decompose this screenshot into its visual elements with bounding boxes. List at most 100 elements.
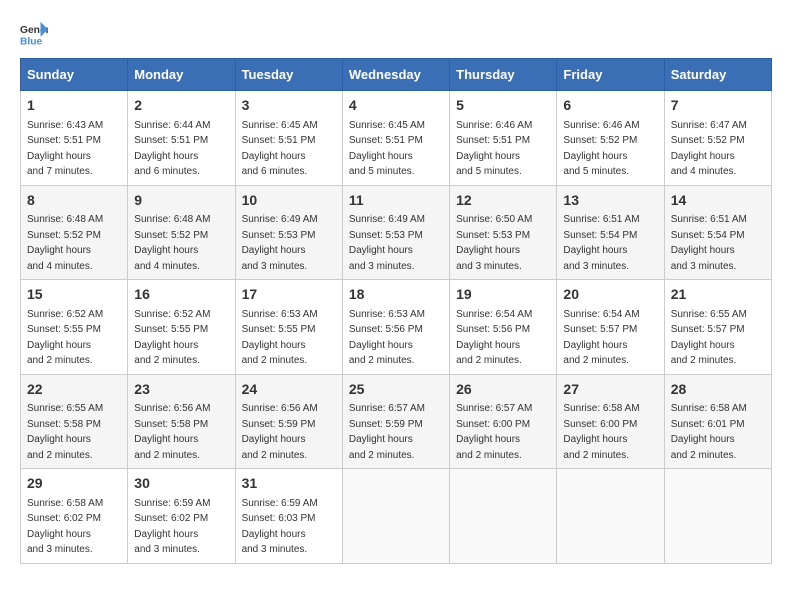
calendar-cell	[450, 469, 557, 564]
day-info: Sunrise: 6:58 AMSunset: 6:00 PMDaylight …	[563, 403, 639, 461]
svg-text:Blue: Blue	[20, 36, 43, 47]
week-row-2: 8 Sunrise: 6:48 AMSunset: 5:52 PMDayligh…	[21, 185, 772, 280]
day-number: 26	[456, 380, 550, 400]
day-info: Sunrise: 6:58 AMSunset: 6:02 PMDaylight …	[27, 498, 103, 556]
day-info: Sunrise: 6:52 AMSunset: 5:55 PMDaylight …	[27, 309, 103, 367]
calendar-cell: 29 Sunrise: 6:58 AMSunset: 6:02 PMDaylig…	[21, 469, 128, 564]
logo: General Blue	[20, 20, 48, 48]
week-row-4: 22 Sunrise: 6:55 AMSunset: 5:58 PMDaylig…	[21, 374, 772, 469]
day-number: 30	[134, 474, 228, 494]
calendar-cell: 11 Sunrise: 6:49 AMSunset: 5:53 PMDaylig…	[342, 185, 449, 280]
day-info: Sunrise: 6:48 AMSunset: 5:52 PMDaylight …	[134, 214, 210, 272]
day-info: Sunrise: 6:55 AMSunset: 5:57 PMDaylight …	[671, 309, 747, 367]
day-number: 2	[134, 96, 228, 116]
day-number: 8	[27, 191, 121, 211]
day-number: 10	[242, 191, 336, 211]
calendar-cell: 5 Sunrise: 6:46 AMSunset: 5:51 PMDayligh…	[450, 91, 557, 186]
calendar-cell: 7 Sunrise: 6:47 AMSunset: 5:52 PMDayligh…	[664, 91, 771, 186]
day-info: Sunrise: 6:46 AMSunset: 5:52 PMDaylight …	[563, 120, 639, 178]
day-number: 17	[242, 285, 336, 305]
day-info: Sunrise: 6:47 AMSunset: 5:52 PMDaylight …	[671, 120, 747, 178]
day-info: Sunrise: 6:46 AMSunset: 5:51 PMDaylight …	[456, 120, 532, 178]
calendar-cell: 8 Sunrise: 6:48 AMSunset: 5:52 PMDayligh…	[21, 185, 128, 280]
calendar-cell: 19 Sunrise: 6:54 AMSunset: 5:56 PMDaylig…	[450, 280, 557, 375]
day-number: 29	[27, 474, 121, 494]
day-info: Sunrise: 6:58 AMSunset: 6:01 PMDaylight …	[671, 403, 747, 461]
header-sunday: Sunday	[21, 59, 128, 91]
day-number: 16	[134, 285, 228, 305]
day-number: 31	[242, 474, 336, 494]
day-info: Sunrise: 6:53 AMSunset: 5:56 PMDaylight …	[349, 309, 425, 367]
day-number: 23	[134, 380, 228, 400]
calendar-cell: 22 Sunrise: 6:55 AMSunset: 5:58 PMDaylig…	[21, 374, 128, 469]
day-number: 7	[671, 96, 765, 116]
day-info: Sunrise: 6:57 AMSunset: 5:59 PMDaylight …	[349, 403, 425, 461]
calendar-cell: 13 Sunrise: 6:51 AMSunset: 5:54 PMDaylig…	[557, 185, 664, 280]
day-number: 18	[349, 285, 443, 305]
header-thursday: Thursday	[450, 59, 557, 91]
day-info: Sunrise: 6:49 AMSunset: 5:53 PMDaylight …	[242, 214, 318, 272]
day-info: Sunrise: 6:51 AMSunset: 5:54 PMDaylight …	[671, 214, 747, 272]
calendar-cell	[664, 469, 771, 564]
day-number: 15	[27, 285, 121, 305]
calendar-cell: 27 Sunrise: 6:58 AMSunset: 6:00 PMDaylig…	[557, 374, 664, 469]
day-info: Sunrise: 6:45 AMSunset: 5:51 PMDaylight …	[349, 120, 425, 178]
calendar-cell: 26 Sunrise: 6:57 AMSunset: 6:00 PMDaylig…	[450, 374, 557, 469]
calendar-table: SundayMondayTuesdayWednesdayThursdayFrid…	[20, 58, 772, 564]
day-number: 28	[671, 380, 765, 400]
day-info: Sunrise: 6:50 AMSunset: 5:53 PMDaylight …	[456, 214, 532, 272]
week-row-5: 29 Sunrise: 6:58 AMSunset: 6:02 PMDaylig…	[21, 469, 772, 564]
day-info: Sunrise: 6:59 AMSunset: 6:03 PMDaylight …	[242, 498, 318, 556]
header-tuesday: Tuesday	[235, 59, 342, 91]
day-info: Sunrise: 6:43 AMSunset: 5:51 PMDaylight …	[27, 120, 103, 178]
day-info: Sunrise: 6:57 AMSunset: 6:00 PMDaylight …	[456, 403, 532, 461]
calendar-cell: 28 Sunrise: 6:58 AMSunset: 6:01 PMDaylig…	[664, 374, 771, 469]
day-number: 25	[349, 380, 443, 400]
day-number: 14	[671, 191, 765, 211]
calendar-cell: 1 Sunrise: 6:43 AMSunset: 5:51 PMDayligh…	[21, 91, 128, 186]
day-info: Sunrise: 6:51 AMSunset: 5:54 PMDaylight …	[563, 214, 639, 272]
day-info: Sunrise: 6:44 AMSunset: 5:51 PMDaylight …	[134, 120, 210, 178]
calendar-cell: 30 Sunrise: 6:59 AMSunset: 6:02 PMDaylig…	[128, 469, 235, 564]
day-number: 3	[242, 96, 336, 116]
day-number: 22	[27, 380, 121, 400]
day-number: 5	[456, 96, 550, 116]
calendar-cell: 23 Sunrise: 6:56 AMSunset: 5:58 PMDaylig…	[128, 374, 235, 469]
calendar-cell: 2 Sunrise: 6:44 AMSunset: 5:51 PMDayligh…	[128, 91, 235, 186]
day-info: Sunrise: 6:48 AMSunset: 5:52 PMDaylight …	[27, 214, 103, 272]
calendar-cell: 3 Sunrise: 6:45 AMSunset: 5:51 PMDayligh…	[235, 91, 342, 186]
header-wednesday: Wednesday	[342, 59, 449, 91]
calendar-cell: 10 Sunrise: 6:49 AMSunset: 5:53 PMDaylig…	[235, 185, 342, 280]
header: General Blue	[20, 20, 772, 48]
calendar-cell: 24 Sunrise: 6:56 AMSunset: 5:59 PMDaylig…	[235, 374, 342, 469]
calendar-cell: 31 Sunrise: 6:59 AMSunset: 6:03 PMDaylig…	[235, 469, 342, 564]
header-friday: Friday	[557, 59, 664, 91]
week-row-3: 15 Sunrise: 6:52 AMSunset: 5:55 PMDaylig…	[21, 280, 772, 375]
calendar-cell: 20 Sunrise: 6:54 AMSunset: 5:57 PMDaylig…	[557, 280, 664, 375]
calendar-cell: 18 Sunrise: 6:53 AMSunset: 5:56 PMDaylig…	[342, 280, 449, 375]
day-info: Sunrise: 6:59 AMSunset: 6:02 PMDaylight …	[134, 498, 210, 556]
day-number: 20	[563, 285, 657, 305]
calendar-cell: 16 Sunrise: 6:52 AMSunset: 5:55 PMDaylig…	[128, 280, 235, 375]
day-number: 4	[349, 96, 443, 116]
day-number: 27	[563, 380, 657, 400]
day-number: 6	[563, 96, 657, 116]
day-number: 24	[242, 380, 336, 400]
day-number: 1	[27, 96, 121, 116]
day-info: Sunrise: 6:55 AMSunset: 5:58 PMDaylight …	[27, 403, 103, 461]
logo-icon: General Blue	[20, 20, 48, 48]
calendar-cell: 4 Sunrise: 6:45 AMSunset: 5:51 PMDayligh…	[342, 91, 449, 186]
day-number: 12	[456, 191, 550, 211]
day-number: 9	[134, 191, 228, 211]
day-number: 11	[349, 191, 443, 211]
calendar-cell	[557, 469, 664, 564]
header-row: SundayMondayTuesdayWednesdayThursdayFrid…	[21, 59, 772, 91]
header-saturday: Saturday	[664, 59, 771, 91]
day-info: Sunrise: 6:45 AMSunset: 5:51 PMDaylight …	[242, 120, 318, 178]
day-info: Sunrise: 6:53 AMSunset: 5:55 PMDaylight …	[242, 309, 318, 367]
day-info: Sunrise: 6:49 AMSunset: 5:53 PMDaylight …	[349, 214, 425, 272]
day-info: Sunrise: 6:54 AMSunset: 5:57 PMDaylight …	[563, 309, 639, 367]
calendar-cell: 15 Sunrise: 6:52 AMSunset: 5:55 PMDaylig…	[21, 280, 128, 375]
calendar-cell: 12 Sunrise: 6:50 AMSunset: 5:53 PMDaylig…	[450, 185, 557, 280]
calendar-cell: 9 Sunrise: 6:48 AMSunset: 5:52 PMDayligh…	[128, 185, 235, 280]
